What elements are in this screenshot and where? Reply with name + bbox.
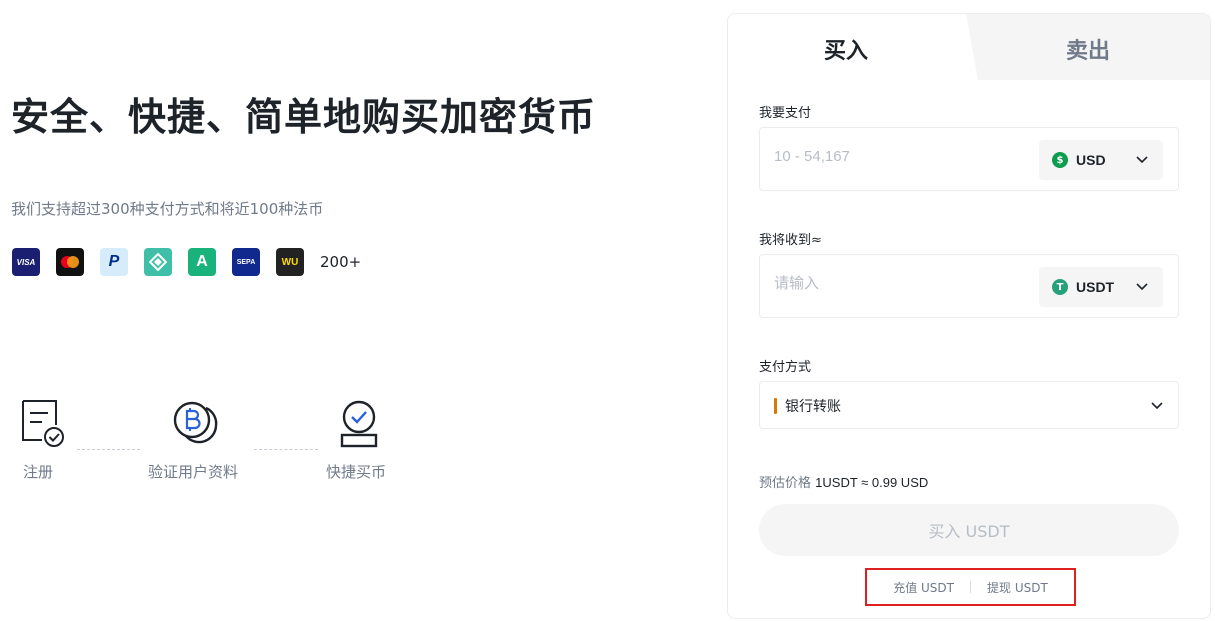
western-union-icon: WU xyxy=(276,248,304,276)
payment-app-icon xyxy=(144,248,172,276)
chevron-down-icon xyxy=(1136,156,1148,164)
paypal-icon: P xyxy=(100,248,128,276)
dollar-icon: $ xyxy=(1052,152,1068,168)
visa-icon: VISA xyxy=(12,248,40,276)
pay-field: $ USD xyxy=(759,127,1179,191)
step-connector xyxy=(254,449,318,450)
tether-icon: T xyxy=(1052,279,1068,295)
payment-method-label: 支付方式 xyxy=(759,360,812,375)
trade-tabs: 买入 卖出 xyxy=(728,14,1210,80)
estimated-price-label: 预估价格 xyxy=(759,476,812,491)
verify-coin-icon xyxy=(173,401,218,444)
mastercard-icon xyxy=(56,248,84,276)
pay-currency-select[interactable]: $ USD xyxy=(1039,140,1163,180)
pay-currency-name: USD xyxy=(1076,152,1106,168)
receive-field-label: 我将收到≈ xyxy=(759,233,822,248)
buy-usdt-button[interactable]: 买入 USDT xyxy=(759,504,1179,556)
tab-sell[interactable]: 卖出 xyxy=(1066,33,1110,65)
hero-subtitle: 我们支持超过300种支付方式和将近100种法币 xyxy=(11,200,324,218)
sepa-icon: SEPA xyxy=(232,248,260,276)
chevron-down-icon xyxy=(1136,283,1148,291)
hero-title: 安全、快捷、简单地购买加密货币 xyxy=(11,95,597,139)
payment-methods-row: VISA P A SEPA WU 200+ xyxy=(12,248,361,276)
step-quick-buy-label: 快捷买币 xyxy=(326,463,387,481)
payment-more-count: 200+ xyxy=(320,253,362,271)
payment-method-select[interactable]: 银行转账 xyxy=(759,381,1179,429)
receive-currency-select[interactable]: T USDT xyxy=(1039,267,1163,307)
payment-method-value: 银行转账 xyxy=(785,399,841,415)
pay-field-label: 我要支付 xyxy=(759,106,812,121)
estimated-price: 预估价格 1USDT ≈ 0.99 USD xyxy=(759,472,928,491)
deposit-usdt-link[interactable]: 充值 USDT xyxy=(893,579,954,596)
method-accent-bar xyxy=(774,398,777,414)
receive-currency-name: USDT xyxy=(1076,279,1115,295)
register-document-icon xyxy=(22,400,64,447)
estimated-price-value: 1USDT ≈ 0.99 USD xyxy=(815,475,929,490)
step-register-label: 注册 xyxy=(23,463,54,481)
tab-buy-label[interactable]: 买入 xyxy=(824,33,868,65)
trade-panel: 买入 卖出 我要支付 $ USD 我将收到≈ T USDT 支付方式 银行转账 … xyxy=(727,13,1211,619)
quick-buy-icon xyxy=(340,400,378,448)
chevron-down-icon xyxy=(1151,402,1163,410)
pay-amount-input[interactable] xyxy=(774,148,1024,165)
receive-field: T USDT xyxy=(759,254,1179,318)
link-divider xyxy=(970,581,971,593)
withdraw-usdt-link[interactable]: 提现 USDT xyxy=(987,579,1048,596)
receive-amount-input[interactable] xyxy=(774,275,1024,292)
step-verify-label: 验证用户资料 xyxy=(148,463,239,481)
deposit-withdraw-links: 充值 USDT 提现 USDT xyxy=(865,568,1076,606)
cashapp-icon: A xyxy=(188,248,216,276)
step-connector xyxy=(77,449,140,450)
